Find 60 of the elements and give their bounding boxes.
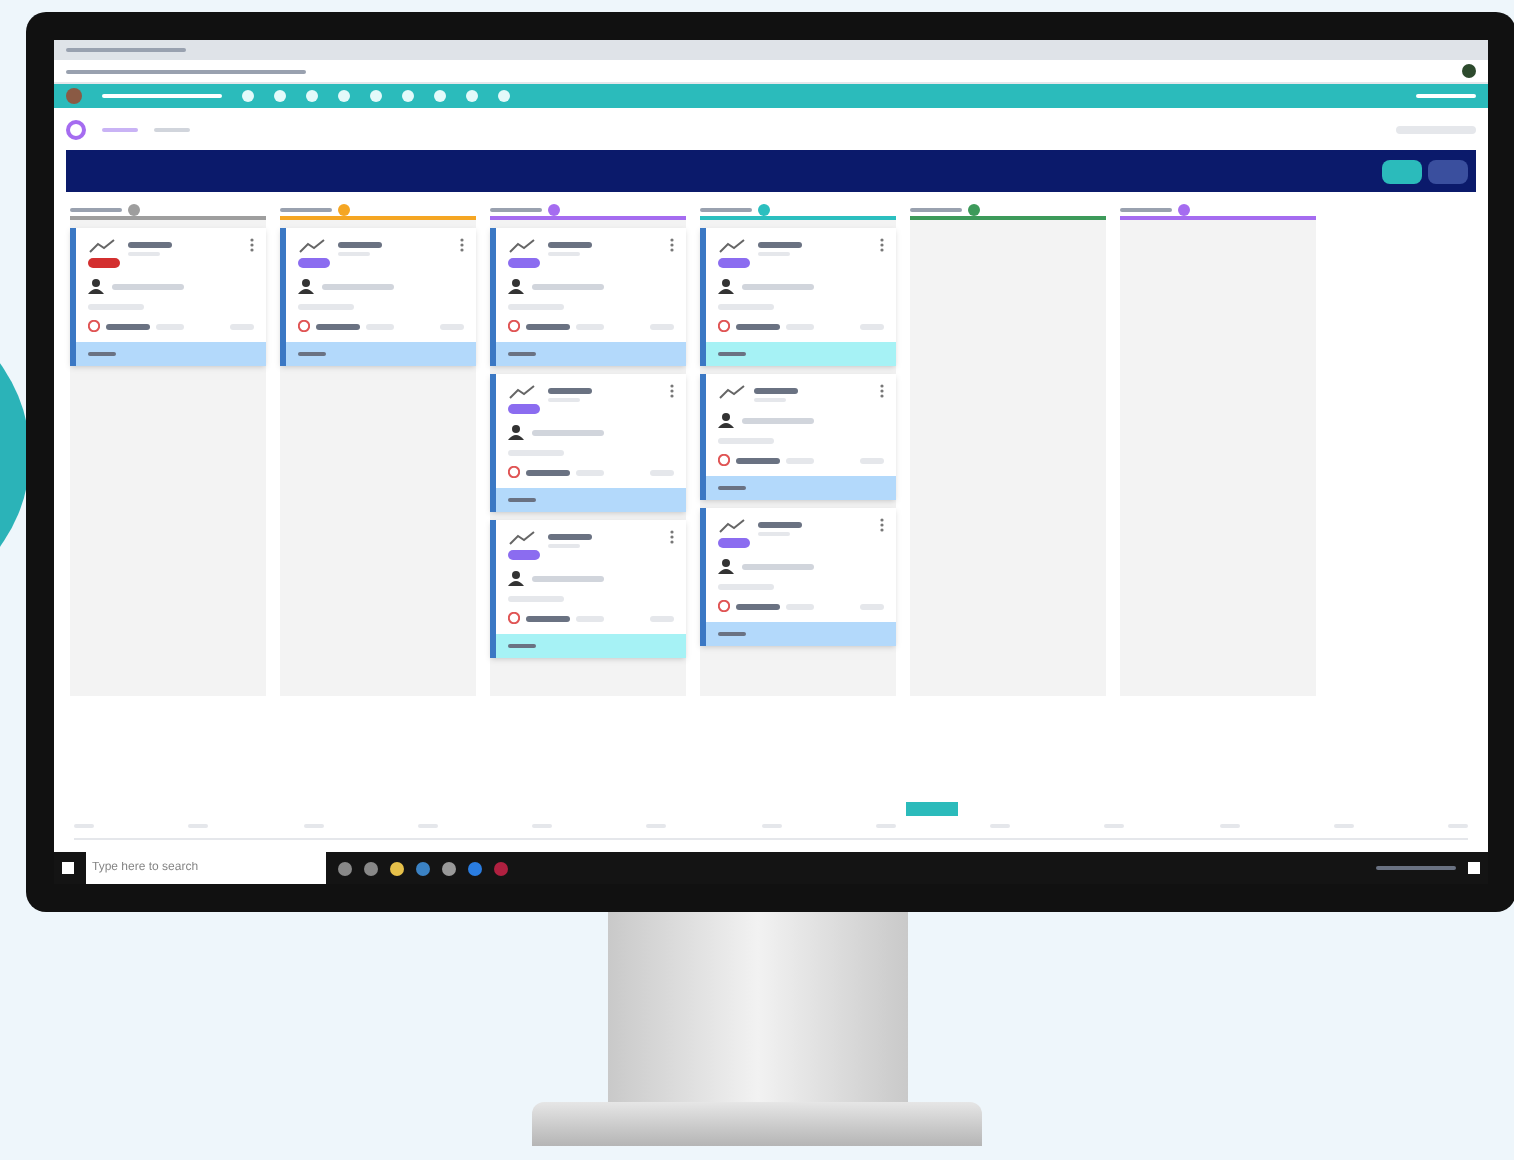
chart-icon — [508, 530, 536, 546]
blurred-text — [548, 388, 592, 394]
person-icon — [508, 278, 524, 294]
blurred-text — [316, 323, 360, 329]
blurred-text — [758, 242, 802, 248]
task-card[interactable] — [280, 228, 476, 366]
blurred-text — [338, 242, 382, 248]
chart-icon — [718, 238, 746, 254]
blurred-text — [548, 242, 592, 248]
chart-icon — [718, 518, 746, 534]
task-card[interactable] — [700, 374, 896, 500]
blurred-text — [742, 417, 814, 423]
blurred-text — [736, 603, 780, 609]
profile-avatar-icon[interactable] — [1462, 64, 1476, 78]
person-icon — [508, 424, 524, 440]
user-avatar-icon — [66, 88, 82, 104]
blurred-text — [532, 283, 604, 289]
blurred-text — [742, 563, 814, 569]
person-icon — [718, 412, 734, 428]
alert-icon — [718, 454, 730, 466]
person-icon — [508, 570, 524, 586]
person-icon — [718, 278, 734, 294]
person-icon — [298, 278, 314, 294]
blurred-text — [532, 575, 604, 581]
view-button[interactable] — [1382, 159, 1422, 183]
blurred-text — [532, 429, 604, 435]
alert-icon — [508, 320, 520, 332]
alert-icon — [718, 320, 730, 332]
person-icon — [88, 278, 104, 294]
blurred-text — [736, 323, 780, 329]
alert-icon — [298, 320, 310, 332]
blurred-text — [526, 615, 570, 621]
blurred-text — [112, 283, 184, 289]
chart-icon — [508, 384, 536, 400]
blurred-text — [128, 242, 172, 248]
blurred-text — [322, 283, 394, 289]
blurred-text — [758, 522, 802, 528]
task-card[interactable] — [700, 228, 896, 366]
blurred-text — [526, 323, 570, 329]
alert-icon — [508, 612, 520, 624]
task-card[interactable] — [700, 508, 896, 646]
module-icon — [66, 119, 86, 139]
chart-icon — [508, 238, 536, 254]
blurred-text — [742, 283, 814, 289]
chart-icon — [88, 238, 116, 254]
blurred-text — [736, 457, 780, 463]
chart-icon — [718, 384, 746, 400]
blurred-text — [754, 388, 798, 394]
person-icon — [718, 558, 734, 574]
alert-icon — [88, 320, 100, 332]
task-card[interactable] — [490, 228, 686, 366]
alert-icon — [508, 466, 520, 478]
blurred-text — [548, 534, 592, 540]
chart-icon — [298, 238, 326, 254]
task-card[interactable] — [490, 520, 686, 658]
task-card[interactable] — [490, 374, 686, 512]
task-card[interactable] — [70, 228, 266, 366]
alert-icon — [718, 600, 730, 612]
blurred-text — [106, 323, 150, 329]
blurred-text — [526, 469, 570, 475]
